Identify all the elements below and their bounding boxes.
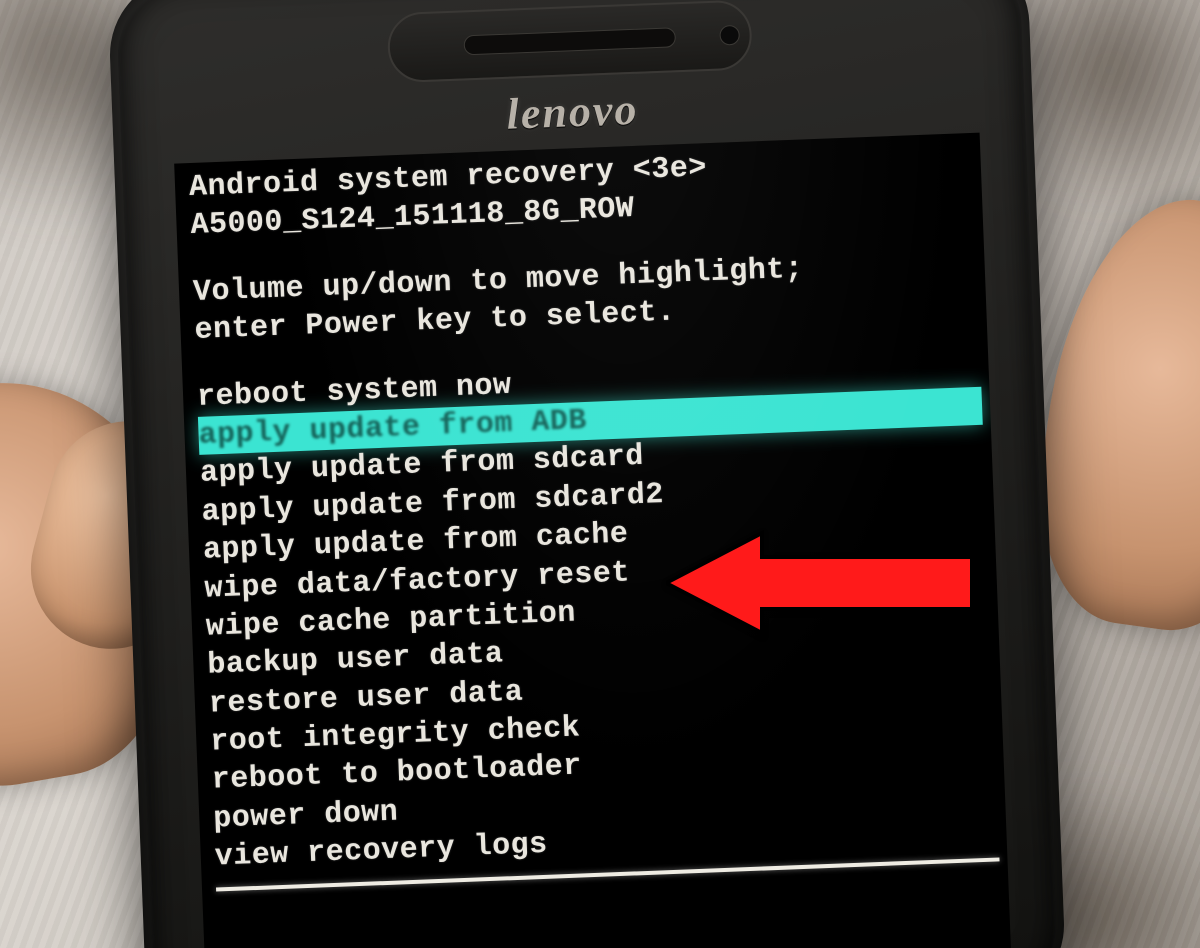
photo-scene: lenovo Android system recovery <3e> A500… [0, 0, 1200, 948]
android-recovery: Android system recovery <3e> A5000_S124_… [188, 139, 999, 891]
phone-screen: Android system recovery <3e> A5000_S124_… [174, 133, 1011, 948]
speaker-grille [463, 27, 676, 55]
phone-body: lenovo Android system recovery <3e> A500… [107, 0, 1067, 948]
recovery-menu[interactable]: reboot system nowapply update from ADBap… [196, 348, 999, 877]
proximity-sensor-icon [719, 25, 740, 46]
earpiece [387, 0, 753, 83]
